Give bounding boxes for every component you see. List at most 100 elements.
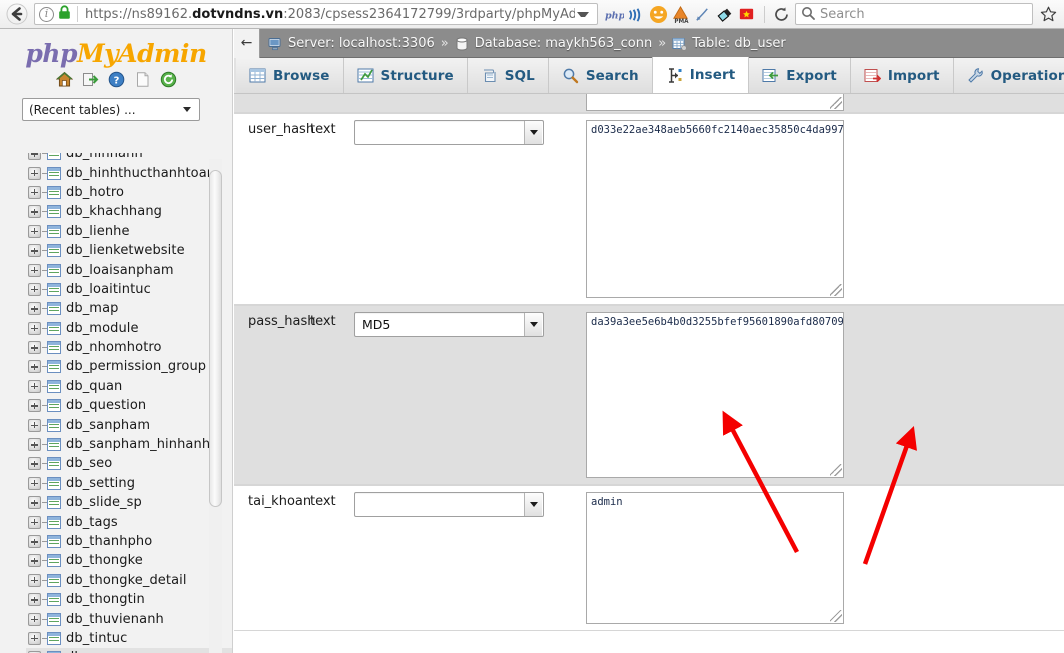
expand-node-icon[interactable]: [28, 438, 41, 452]
sidebar-table-item[interactable]: db_loaisanpham: [26, 260, 232, 279]
expand-node-icon[interactable]: [28, 515, 41, 529]
sidebar-table-item[interactable]: db_lienhe: [26, 222, 232, 241]
highlighter-icon[interactable]: [715, 5, 734, 24]
expand-node-icon[interactable]: [28, 224, 41, 238]
resize-handle-icon[interactable]: [830, 97, 842, 109]
address-bar[interactable]: i https://ns89162.dotvndns.vn:2083/cpses…: [34, 3, 598, 25]
url-dropdown-caret-icon[interactable]: [577, 11, 589, 17]
docs-icon[interactable]: [134, 71, 151, 88]
logout-icon[interactable]: [82, 71, 99, 88]
sidebar-table-item[interactable]: db_tags: [26, 512, 232, 531]
value-textarea[interactable]: da39a3ee5e6b4b0d3255bfef95601890afd80709: [586, 312, 844, 478]
chevron-down-icon[interactable]: [524, 121, 542, 144]
breadcrumb-database-label[interactable]: Database: maykh563_conn: [475, 36, 653, 51]
expand-node-icon[interactable]: [28, 282, 41, 296]
sidebar-table-item[interactable]: db_thongke: [26, 551, 232, 570]
smiley-icon[interactable]: [649, 5, 668, 24]
tab-browse[interactable]: Browse: [236, 58, 344, 93]
reload-button[interactable]: [770, 3, 792, 25]
recent-tables-select[interactable]: (Recent tables) ...: [22, 98, 200, 121]
sidebar-table-item[interactable]: db_thongke_detail: [26, 571, 232, 590]
expand-node-icon[interactable]: [28, 399, 41, 413]
tab-import[interactable]: Import: [850, 58, 954, 93]
value-textarea[interactable]: admin: [586, 492, 844, 624]
sidebar-scrollbar-thumb[interactable]: [209, 170, 222, 507]
php-icon[interactable]: php: [605, 5, 626, 24]
phpmyadmin-logo[interactable]: phpMyAdmin: [0, 29, 232, 68]
expand-node-icon[interactable]: [28, 631, 41, 645]
expand-node-icon[interactable]: [28, 573, 41, 587]
function-select[interactable]: [354, 120, 544, 145]
chevron-down-icon[interactable]: [524, 313, 542, 336]
resize-handle-icon[interactable]: [830, 610, 842, 622]
sidebar-table-item[interactable]: db_user: [26, 648, 232, 653]
expand-node-icon[interactable]: [28, 205, 41, 219]
function-select[interactable]: MD5: [354, 312, 544, 337]
tab-sql[interactable]: SQL: [467, 58, 549, 93]
breadcrumb-back-button[interactable]: ←: [234, 29, 260, 58]
pma-icon[interactable]: PMA: [671, 5, 690, 25]
tab-operations[interactable]: Operations: [953, 58, 1064, 93]
tab-export[interactable]: Export: [749, 58, 851, 93]
sidebar-table-item[interactable]: db_hotro: [26, 183, 232, 202]
sidebar-table-item[interactable]: db_question: [26, 396, 232, 415]
breadcrumb-server-label[interactable]: Server: localhost:3306: [288, 36, 435, 51]
page-info-icon[interactable]: i: [39, 6, 54, 22]
expand-node-icon[interactable]: [28, 263, 41, 277]
expand-node-icon[interactable]: [28, 302, 41, 316]
expand-node-icon[interactable]: [28, 153, 41, 161]
tab-search[interactable]: Search: [548, 58, 653, 93]
expand-node-icon[interactable]: [28, 360, 41, 374]
value-textarea[interactable]: [586, 94, 844, 111]
expand-node-icon[interactable]: [28, 535, 41, 548]
sidebar-table-item[interactable]: db_hinhanh: [26, 153, 232, 163]
function-select[interactable]: [354, 492, 544, 517]
resize-handle-icon[interactable]: [830, 284, 842, 296]
sidebar-table-item[interactable]: db_khachhang: [26, 202, 232, 221]
sidebar-table-list[interactable]: db_hinhanh db_hinhthucthanhtoan db_hotro db…: [0, 153, 232, 653]
sidebar-table-item[interactable]: db_slide_sp: [26, 493, 232, 512]
expand-node-icon[interactable]: [28, 457, 41, 471]
expand-node-icon[interactable]: [28, 612, 41, 626]
reload-icon[interactable]: [160, 71, 177, 88]
expand-node-icon[interactable]: [28, 476, 41, 490]
wave-icon[interactable]: [627, 5, 646, 24]
sidebar-table-item[interactable]: db_quan: [26, 377, 232, 396]
home-icon[interactable]: [55, 71, 73, 88]
resize-handle-icon[interactable]: [830, 464, 842, 476]
expand-node-icon[interactable]: [28, 418, 41, 432]
expand-node-icon[interactable]: [28, 379, 41, 393]
value-textarea[interactable]: d033e22ae348aeb5660fc2140aec35850c4da997: [586, 120, 844, 298]
tab-structure[interactable]: Structure: [343, 58, 468, 93]
sidebar-table-item[interactable]: db_permission_group: [26, 357, 232, 376]
sidebar-table-item[interactable]: db_loaitintuc: [26, 280, 232, 299]
expand-node-icon[interactable]: [28, 593, 41, 607]
browser-search-field[interactable]: Search: [795, 3, 1033, 25]
expand-node-icon[interactable]: [28, 166, 41, 180]
browser-back-button[interactable]: [4, 1, 30, 27]
sidebar-table-item[interactable]: db_tintuc: [26, 629, 232, 648]
sidebar-table-item[interactable]: db_thuvienanh: [26, 609, 232, 628]
sidebar-table-item[interactable]: db_thongtin: [26, 590, 232, 609]
pen-icon[interactable]: [693, 5, 712, 24]
expand-node-icon[interactable]: [28, 321, 41, 335]
chevron-down-icon[interactable]: [524, 493, 542, 516]
sidebar-table-item[interactable]: db_thanhpho: [26, 532, 232, 551]
sidebar-table-item[interactable]: db_hinhthucthanhtoan: [26, 163, 232, 182]
expand-node-icon[interactable]: [28, 341, 41, 355]
flag-icon[interactable]: [737, 5, 756, 24]
expand-node-icon[interactable]: [28, 496, 41, 510]
expand-node-icon[interactable]: [28, 554, 41, 568]
sidebar-table-item[interactable]: db_map: [26, 299, 232, 318]
help-icon[interactable]: ?: [108, 71, 125, 88]
sidebar-table-item[interactable]: db_setting: [26, 474, 232, 493]
sidebar-table-item[interactable]: db_sanpham_hinhanh: [26, 435, 232, 454]
sidebar-table-item[interactable]: db_lienketwebsite: [26, 241, 232, 260]
expand-node-icon[interactable]: [28, 244, 41, 258]
expand-node-icon[interactable]: [28, 185, 41, 199]
sidebar-table-item[interactable]: db_module: [26, 319, 232, 338]
tab-insert[interactable]: Insert: [651, 57, 750, 93]
sidebar-table-item[interactable]: db_sanpham: [26, 415, 232, 434]
bookmark-star-icon[interactable]: [1036, 2, 1060, 26]
sidebar-table-item[interactable]: db_nhomhotro: [26, 338, 232, 357]
